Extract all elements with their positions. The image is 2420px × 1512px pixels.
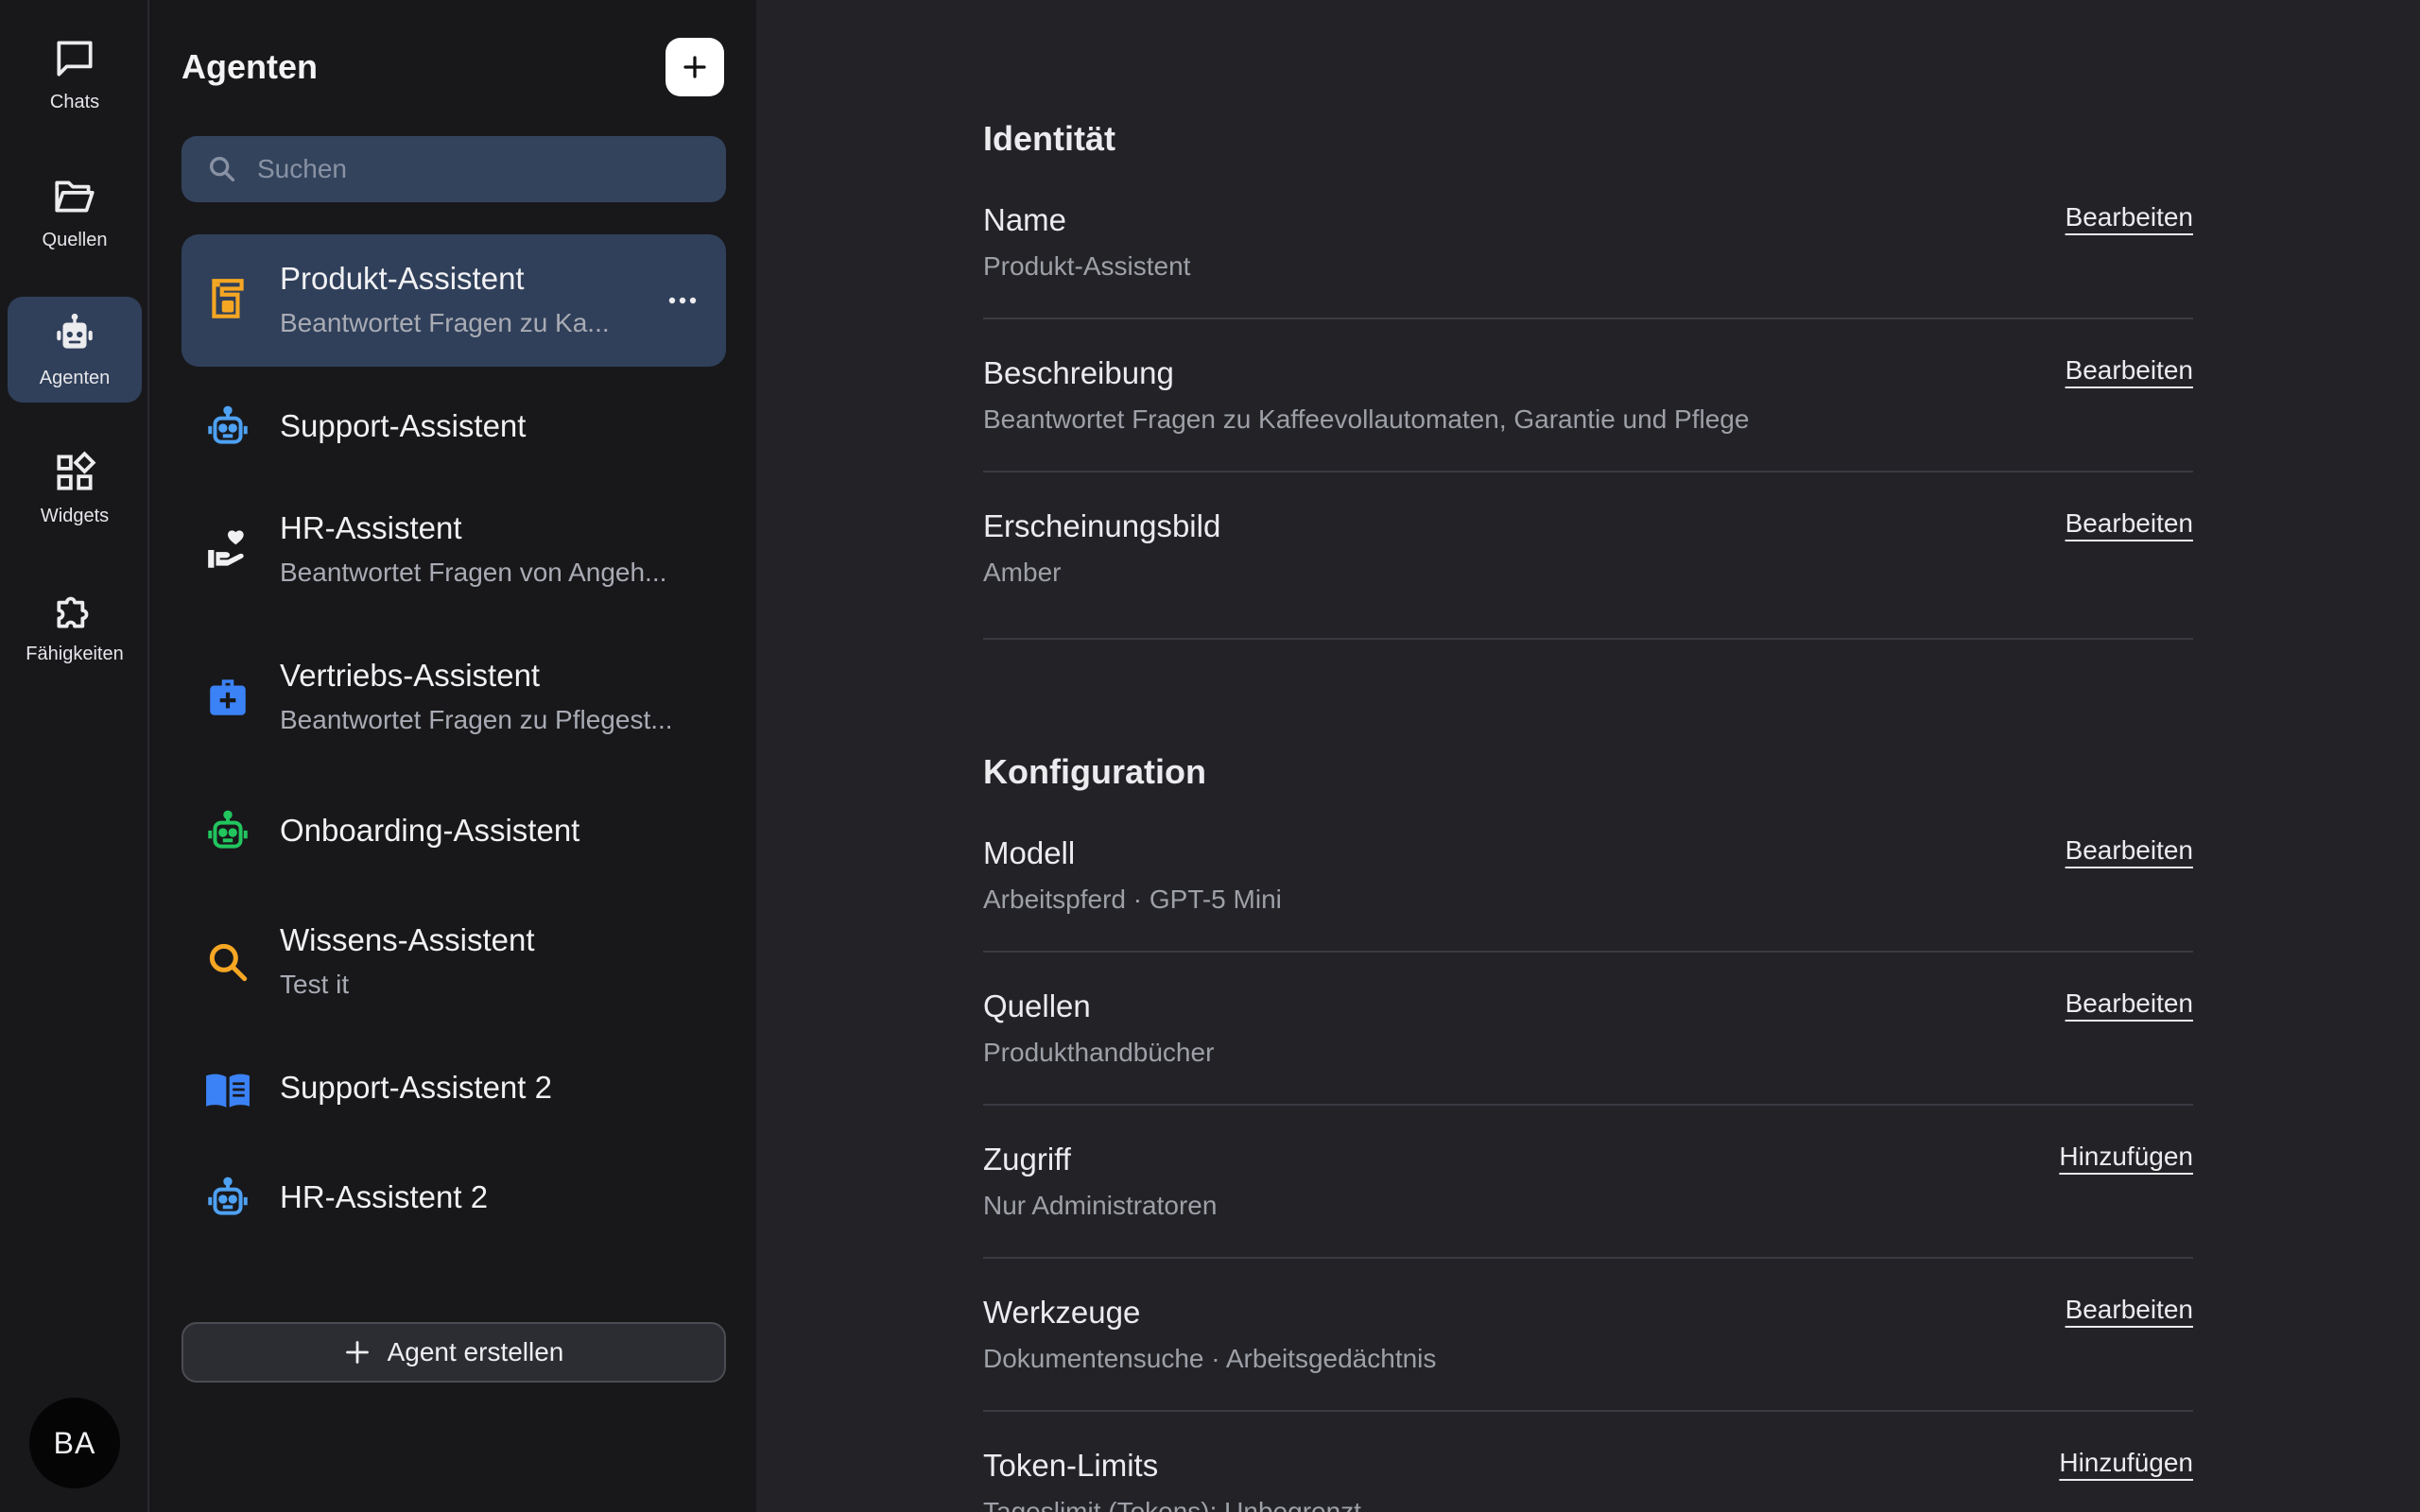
- medical-bag-icon: [204, 674, 251, 721]
- search-box[interactable]: [182, 136, 726, 202]
- setting-value: Tageslimit (Tokens): Unbegrenzt: [983, 1497, 1361, 1512]
- section-title-identity: Identität: [983, 119, 1115, 158]
- agent-list-panel: Agenten Produkt-Assistent Beantwortet Fr…: [149, 0, 756, 1512]
- edit-name-link[interactable]: Bearbeiten: [2066, 202, 2193, 232]
- nav-rail: Chats Quellen Agenten Widgets Fähigkeite…: [0, 0, 149, 1512]
- rail-label: Chats: [49, 91, 100, 112]
- agent-desc: Beantwortet Fragen von Angeh...: [280, 558, 667, 587]
- setting-label: Name: [983, 202, 1067, 237]
- add-access-link[interactable]: Hinzufügen: [2059, 1142, 2193, 1172]
- edit-description-link[interactable]: Bearbeiten: [2066, 355, 2193, 386]
- robot-icon: [204, 404, 251, 452]
- divider: [983, 471, 2193, 472]
- agent-name: Wissens-Assistent: [280, 922, 535, 957]
- add-agent-button[interactable]: [666, 38, 724, 96]
- agent-desc: Beantwortet Fragen zu Ka...: [280, 308, 610, 337]
- rail-item-widgets[interactable]: Widgets: [8, 435, 142, 541]
- rail-label: Quellen: [42, 229, 108, 250]
- puzzle-icon: [57, 596, 89, 628]
- setting-label: Modell: [983, 835, 1076, 870]
- agent-item-wissens-assistent[interactable]: Wissens-Assistent Test it: [182, 896, 726, 1028]
- setting-label: Token-Limits: [983, 1448, 1159, 1483]
- widgets-icon: [57, 451, 96, 490]
- agent-name: HR-Assistent: [280, 510, 462, 545]
- agent-name: HR-Assistent 2: [280, 1179, 489, 1214]
- search-icon: [209, 156, 235, 182]
- rail-label: Widgets: [40, 505, 110, 526]
- agent-name: Support-Assistent 2: [280, 1070, 552, 1105]
- setting-value: Nur Administratoren: [983, 1191, 1218, 1220]
- add-token-limit-link[interactable]: Hinzufügen: [2059, 1448, 2193, 1478]
- edit-tools-link[interactable]: Bearbeiten: [2066, 1295, 2193, 1325]
- plus-icon: [345, 1341, 369, 1364]
- folder-open-icon: [55, 180, 95, 212]
- robot-icon: [204, 809, 251, 856]
- rail-item-chats[interactable]: Chats: [8, 21, 142, 127]
- agent-name: Produkt-Assistent: [280, 261, 525, 296]
- avatar[interactable]: BA: [29, 1398, 120, 1488]
- setting-label: Zugriff: [983, 1142, 1071, 1177]
- setting-value: Produkthandbücher: [983, 1038, 1215, 1067]
- rail-item-agenten[interactable]: Agenten: [8, 297, 142, 403]
- setting-label: Quellen: [983, 988, 1091, 1023]
- more-options-icon[interactable]: [664, 282, 701, 319]
- create-agent-button[interactable]: Agent erstellen: [182, 1322, 726, 1383]
- setting-label: Beschreibung: [983, 355, 1174, 390]
- agent-name: Vertriebs-Assistent: [280, 658, 541, 693]
- divider: [983, 951, 2193, 953]
- agent-item-support-assistent-2[interactable]: Support-Assistent 2: [182, 1040, 726, 1138]
- setting-row-access: Zugriff Nur Administratoren Hinzufügen: [983, 1142, 2193, 1227]
- setting-row-appearance: Erscheinungsbild Amber Bearbeiten: [983, 508, 2193, 593]
- divider: [983, 1410, 2193, 1412]
- divider: [983, 1104, 2193, 1106]
- setting-row-sources: Quellen Produkthandbücher Bearbeiten: [983, 988, 2193, 1074]
- panel-title: Agenten: [182, 47, 318, 86]
- agent-item-hr-assistent-2[interactable]: HR-Assistent 2: [182, 1149, 726, 1247]
- setting-value: Beantwortet Fragen zu Kaffeevollautomate…: [983, 404, 1750, 434]
- plus-icon: [683, 56, 706, 78]
- search-icon: [204, 938, 251, 986]
- setting-row-token-limits: Token-Limits Tageslimit (Tokens): Unbegr…: [983, 1448, 2193, 1512]
- coffee-machine-icon: [204, 277, 251, 324]
- hand-heart-icon: [204, 526, 251, 574]
- rail-label: Agenten: [39, 367, 111, 388]
- agent-desc: Beantwortet Fragen zu Pflegest...: [280, 705, 673, 734]
- setting-row-model: Modell Arbeitspferd · GPT-5 Mini Bearbei…: [983, 835, 2193, 920]
- section-title-config: Konfiguration: [983, 752, 1206, 791]
- agent-item-onboarding-assistent[interactable]: Onboarding-Assistent: [182, 782, 726, 881]
- agent-item-produkt-assistent[interactable]: Produkt-Assistent Beantwortet Fragen zu …: [182, 234, 726, 367]
- chat-bubble-icon: [57, 40, 93, 77]
- divider: [983, 638, 2193, 640]
- setting-row-description: Beschreibung Beantwortet Fragen zu Kaffe…: [983, 355, 2193, 440]
- agent-settings: Identität Name Produkt-Assistent Bearbei…: [756, 0, 2420, 1512]
- edit-sources-link[interactable]: Bearbeiten: [2066, 988, 2193, 1019]
- edit-model-link[interactable]: Bearbeiten: [2066, 835, 2193, 866]
- setting-label: Werkzeuge: [983, 1295, 1141, 1330]
- agent-name: Support-Assistent: [280, 408, 527, 443]
- robot-icon: [57, 313, 93, 349]
- search-input[interactable]: [257, 154, 711, 184]
- rail-label: Fähigkeiten: [26, 643, 124, 664]
- agent-item-hr-assistent[interactable]: HR-Assistent Beantwortet Fragen von Ange…: [182, 484, 726, 616]
- setting-value: Amber: [983, 558, 1062, 587]
- create-agent-label: Agent erstellen: [387, 1337, 564, 1366]
- setting-row-tools: Werkzeuge Dokumentensuche · Arbeitsgedäc…: [983, 1295, 2193, 1380]
- robot-icon: [204, 1176, 251, 1223]
- edit-appearance-link[interactable]: Bearbeiten: [2066, 508, 2193, 539]
- book-open-icon: [204, 1066, 251, 1113]
- agent-desc: Test it: [280, 970, 350, 999]
- agent-item-support-assistent[interactable]: Support-Assistent: [182, 378, 726, 476]
- setting-value: Produkt-Assistent: [983, 251, 1191, 281]
- divider: [983, 1257, 2193, 1259]
- agent-name: Onboarding-Assistent: [280, 813, 580, 848]
- setting-row-name: Name Produkt-Assistent Bearbeiten: [983, 202, 2193, 287]
- divider: [983, 318, 2193, 319]
- agent-item-vertriebs-assistent[interactable]: Vertriebs-Assistent Beantwortet Fragen z…: [182, 631, 726, 764]
- setting-value: Arbeitspferd · GPT-5 Mini: [983, 885, 1282, 914]
- setting-label: Erscheinungsbild: [983, 508, 1221, 543]
- rail-item-faehigkeiten[interactable]: Fähigkeiten: [8, 573, 142, 679]
- rail-item-quellen[interactable]: Quellen: [8, 159, 142, 265]
- setting-value: Dokumentensuche · Arbeitsgedächtnis: [983, 1344, 1437, 1373]
